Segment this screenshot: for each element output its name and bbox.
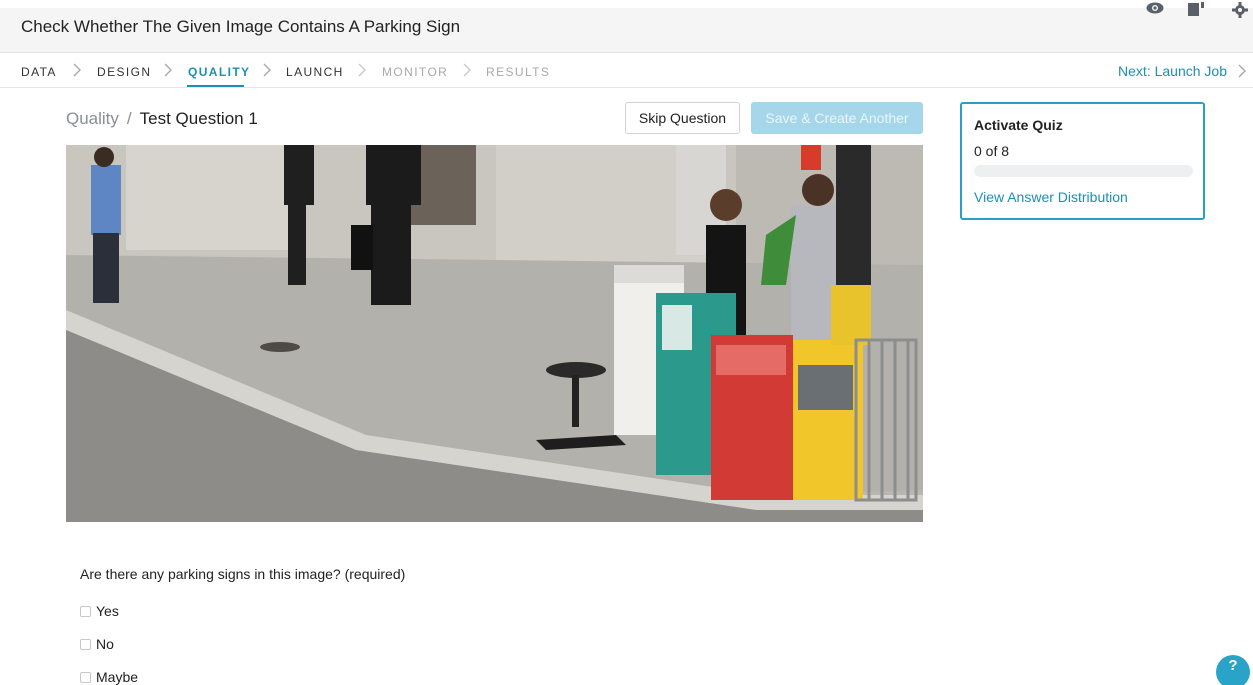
step-results: RESULTS (486, 65, 551, 79)
chevron-right-icon (73, 63, 81, 77)
eye-icon[interactable] (1146, 2, 1164, 14)
step-data[interactable]: DATA (21, 65, 57, 79)
chevron-right-icon (164, 63, 172, 77)
quiz-title: Activate Quiz (974, 117, 1063, 133)
breadcrumb-quality-link[interactable]: Quality (66, 109, 119, 128)
option-label: Yes (96, 603, 119, 619)
option-maybe[interactable]: Maybe (80, 668, 138, 685)
option-label: Maybe (96, 669, 139, 685)
chevron-right-icon (358, 63, 366, 77)
save-create-another-button[interactable]: Save & Create Another (751, 102, 923, 134)
required-label: (required) (344, 566, 406, 582)
next-launch-job-link[interactable]: Next: Launch Job (1118, 63, 1227, 79)
active-step-underline (187, 85, 244, 87)
checkbox[interactable] (80, 672, 91, 683)
option-label: No (96, 636, 114, 652)
steps-nav: DATA DESIGN QUALITY LAUNCH MONITOR RESUL… (0, 54, 1253, 88)
view-answer-distribution-link[interactable]: View Answer Distribution (974, 189, 1128, 205)
gear-icon[interactable] (1231, 2, 1249, 18)
breadcrumb-current: Test Question 1 (139, 109, 258, 128)
street-photo (66, 145, 923, 522)
step-design[interactable]: DESIGN (97, 65, 151, 79)
activate-quiz-card: Activate Quiz 0 of 8 View Answer Distrib… (960, 102, 1205, 220)
top-bar: Check Whether The Given Image Contains A… (0, 2, 1253, 53)
option-no[interactable]: No (80, 635, 114, 653)
quiz-progress-text: 0 of 8 (974, 143, 1010, 159)
step-launch[interactable]: LAUNCH (286, 65, 344, 79)
quiz-progress-bar (974, 165, 1193, 177)
option-yes[interactable]: Yes (80, 602, 119, 620)
chevron-right-icon (1238, 64, 1246, 78)
book-icon[interactable] (1188, 2, 1204, 16)
skip-question-button[interactable]: Skip Question (625, 102, 740, 134)
help-button[interactable]: ? (1216, 655, 1250, 685)
breadcrumb-separator: / (126, 109, 132, 128)
question-image (66, 145, 923, 522)
job-title: Check Whether The Given Image Contains A… (21, 17, 461, 36)
checkbox[interactable] (80, 606, 91, 617)
chevron-right-icon (463, 63, 471, 77)
step-monitor: MONITOR (382, 65, 449, 79)
breadcrumb: Quality / Test Question 1 (66, 109, 258, 129)
step-quality[interactable]: QUALITY (188, 65, 250, 79)
checkbox[interactable] (80, 639, 91, 650)
question-text: Are there any parking signs in this imag… (80, 566, 341, 582)
chevron-right-icon (263, 63, 271, 77)
question-prompt: Are there any parking signs in this imag… (80, 566, 405, 582)
